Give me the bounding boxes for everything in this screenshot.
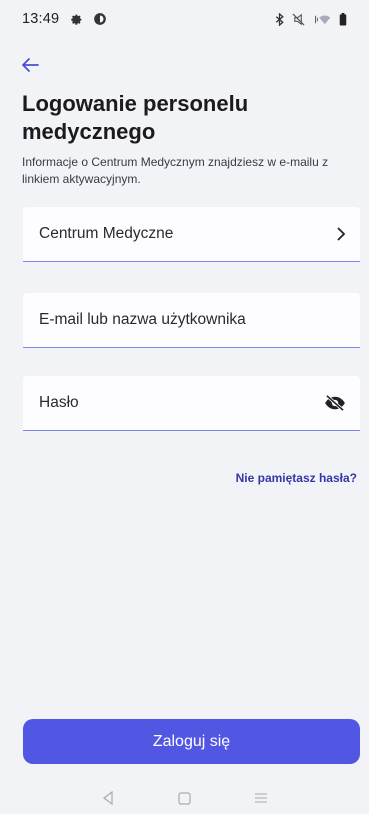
username-label: E-mail lub nazwa użytkownika: [39, 311, 246, 328]
page-subtitle: Informacje o Centrum Medycznym znajdzies…: [22, 155, 329, 186]
forgot-password-link[interactable]: Nie pamiętasz hasła?: [236, 471, 357, 485]
system-nav-bar: [0, 782, 369, 814]
chevron-right-icon: [336, 227, 346, 241]
login-button[interactable]: Zaloguj się: [23, 719, 360, 764]
nav-menu-icon[interactable]: [246, 786, 276, 810]
vpn-icon: [93, 12, 107, 26]
nav-back-icon[interactable]: [93, 786, 123, 810]
arrow-left-icon: [21, 57, 39, 78]
status-bar: 13:49: [0, 0, 369, 38]
gear-icon: [69, 12, 83, 26]
battery-icon: [339, 12, 347, 26]
password-label: Hasło: [39, 394, 79, 411]
medical-center-selector[interactable]: Centrum Medyczne: [23, 207, 360, 262]
nav-home-icon[interactable]: [169, 786, 199, 810]
password-field[interactable]: Hasło: [23, 376, 360, 431]
medical-center-label: Centrum Medyczne: [39, 225, 174, 242]
bluetooth-icon: [275, 12, 285, 26]
login-button-label: Zaloguj się: [152, 732, 231, 750]
back-button[interactable]: [16, 56, 44, 78]
username-field[interactable]: E-mail lub nazwa użytkownika: [23, 293, 360, 348]
status-time: 13:49: [22, 11, 60, 27]
mute-icon: [292, 13, 305, 26]
wifi-icon: [312, 13, 332, 26]
status-left: 13:49: [22, 11, 107, 27]
page-title: Logowanie personelu medycznego: [22, 91, 249, 144]
status-right: [275, 12, 347, 26]
eye-off-icon[interactable]: [324, 394, 346, 412]
